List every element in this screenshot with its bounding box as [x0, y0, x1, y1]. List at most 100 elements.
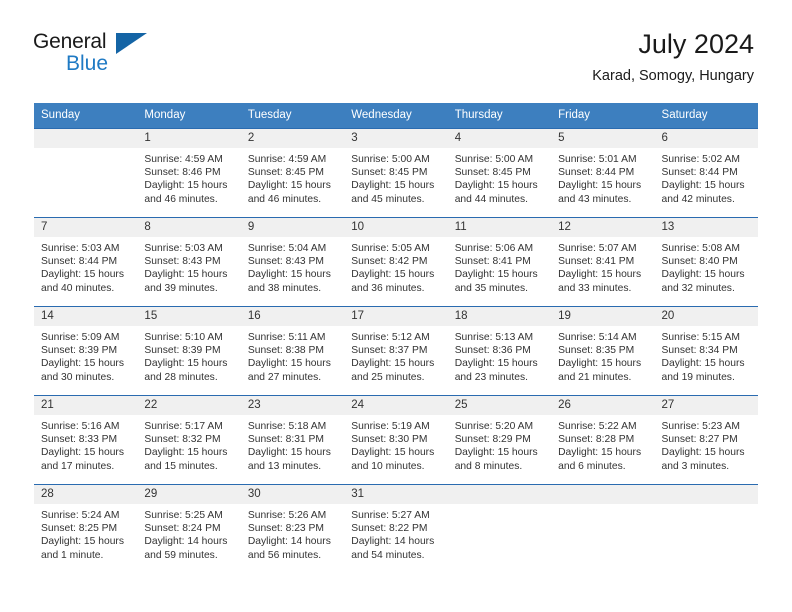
- daylight-text-line1: Daylight: 15 hours: [144, 180, 228, 192]
- day-cell[interactable]: 13 Sunrise: 5:08 AM Sunset: 8:40 PM Dayligh…: [654, 217, 758, 307]
- day-detail: Sunrise: 5:01 AM Sunset: 8:44 PM Daylight:…: [551, 148, 654, 206]
- sunrise-text: Sunrise: 5:17 AM: [144, 421, 223, 432]
- day-cell[interactable]: 18 Sunrise: 5:13 AM Sunset: 8:36 PM Dayligh…: [447, 306, 552, 396]
- day-detail: Sunrise: 5:18 AM Sunset: 8:31 PM Daylight:…: [241, 415, 344, 473]
- day-cell[interactable]: 25 Sunrise: 5:20 AM Sunset: 8:29 PM Dayligh…: [447, 395, 552, 485]
- day-cell[interactable]: 3 Sunrise: 5:00 AM Sunset: 8:45 PM Daylight…: [344, 128, 448, 218]
- daylight-text-line2: and 30 minutes.: [41, 371, 115, 383]
- day-cell[interactable]: 17 Sunrise: 5:12 AM Sunset: 8:37 PM Dayligh…: [344, 306, 448, 396]
- day-cell[interactable]: 15 Sunrise: 5:10 AM Sunset: 8:39 PM Dayligh…: [137, 306, 241, 396]
- day-cell[interactable]: 10 Sunrise: 5:05 AM Sunset: 8:42 PM Dayligh…: [344, 217, 448, 307]
- sunset-text: Sunset: 8:45 PM: [247, 167, 324, 179]
- daylight-text-line2: and 44 minutes.: [454, 193, 528, 205]
- day-cell[interactable]: 7 Sunrise: 5:03 AM Sunset: 8:44 PM Daylight…: [34, 217, 138, 307]
- sunrise-text: Sunrise: 5:00 AM: [351, 154, 430, 165]
- day-cell[interactable]: 6 Sunrise: 5:02 AM Sunset: 8:44 PM Daylight…: [654, 128, 758, 218]
- day-cell[interactable]: 5 Sunrise: 5:01 AM Sunset: 8:44 PM Daylight…: [551, 128, 655, 218]
- sunrise-text: Sunrise: 5:26 AM: [247, 510, 327, 521]
- day-cell[interactable]: 31 Sunrise: 5:27 AM Sunset: 8:22 PM Dayligh…: [344, 484, 448, 573]
- day-cell-empty: [447, 484, 552, 573]
- page-title: July 2024: [638, 29, 754, 59]
- sunset-text: Sunset: 8:39 PM: [41, 345, 118, 357]
- day-cell[interactable]: 4 Sunrise: 5:00 AM Sunset: 8:45 PM Daylight…: [447, 128, 552, 218]
- day-number: 13: [654, 218, 758, 237]
- day-cell[interactable]: 16 Sunrise: 5:11 AM Sunset: 8:38 PM Dayligh…: [240, 306, 345, 396]
- day-number: [654, 485, 758, 504]
- day-cell[interactable]: 19 Sunrise: 5:14 AM Sunset: 8:35 PM Dayligh…: [551, 306, 655, 396]
- daylight-text-line1: Daylight: 15 hours: [661, 180, 745, 192]
- day-cell[interactable]: 22 Sunrise: 5:17 AM Sunset: 8:32 PM Dayligh…: [137, 395, 241, 485]
- daylight-text-line2: and 19 minutes.: [661, 371, 735, 383]
- daylight-text-line1: Daylight: 14 hours: [351, 536, 435, 548]
- day-cell[interactable]: 29 Sunrise: 5:25 AM Sunset: 8:24 PM Dayligh…: [137, 484, 241, 573]
- day-number: 27: [654, 396, 758, 415]
- daylight-text-line2: and 13 minutes.: [247, 460, 322, 472]
- day-detail: Sunrise: 5:22 AM Sunset: 8:28 PM Daylight:…: [551, 415, 654, 473]
- day-cell[interactable]: 28 Sunrise: 5:24 AM Sunset: 8:25 PM Dayligh…: [34, 484, 138, 573]
- sunset-text: Sunset: 8:25 PM: [41, 523, 118, 535]
- day-number: [551, 485, 655, 504]
- brand-logo: General Blue: [33, 31, 163, 77]
- daylight-text-line2: and 59 minutes.: [144, 549, 218, 561]
- day-cell[interactable]: 1 Sunrise: 4:59 AM Sunset: 8:46 PM Daylight…: [137, 128, 241, 218]
- weekday-header-thursday: Thursday: [447, 103, 552, 129]
- day-detail: Sunrise: 5:00 AM Sunset: 8:45 PM Daylight:…: [344, 148, 447, 206]
- day-detail: Sunrise: 5:27 AM Sunset: 8:22 PM Daylight:…: [344, 504, 447, 562]
- day-cell[interactable]: 2 Sunrise: 4:59 AM Sunset: 8:45 PM Daylight…: [240, 128, 345, 218]
- day-detail: Sunrise: 5:13 AM Sunset: 8:36 PM Daylight:…: [448, 326, 551, 384]
- day-cell[interactable]: 11 Sunrise: 5:06 AM Sunset: 8:41 PM Dayligh…: [447, 217, 552, 307]
- day-detail: Sunrise: 5:00 AM Sunset: 8:45 PM Daylight:…: [448, 148, 551, 206]
- sunset-text: Sunset: 8:28 PM: [558, 434, 635, 446]
- sunrise-text: Sunrise: 5:23 AM: [661, 421, 740, 432]
- daylight-text-line1: Daylight: 15 hours: [661, 447, 745, 459]
- day-detail: Sunrise: 5:06 AM Sunset: 8:41 PM Daylight:…: [448, 237, 551, 295]
- day-number: [34, 129, 138, 148]
- sunrise-text: Sunrise: 5:11 AM: [247, 332, 326, 343]
- sunset-text: Sunset: 8:45 PM: [351, 167, 428, 179]
- day-cell[interactable]: 14 Sunrise: 5:09 AM Sunset: 8:39 PM Dayligh…: [34, 306, 138, 396]
- sunset-text: Sunset: 8:30 PM: [351, 434, 428, 446]
- sunrise-text: Sunrise: 5:02 AM: [661, 154, 740, 165]
- daylight-text-line1: Daylight: 15 hours: [247, 358, 331, 370]
- day-cell[interactable]: 30 Sunrise: 5:26 AM Sunset: 8:23 PM Dayligh…: [240, 484, 345, 573]
- day-number: 12: [551, 218, 655, 237]
- day-detail: Sunrise: 5:03 AM Sunset: 8:44 PM Daylight:…: [34, 237, 137, 295]
- sunrise-text: Sunrise: 5:08 AM: [661, 243, 740, 254]
- sunrise-text: Sunrise: 5:22 AM: [558, 421, 637, 432]
- day-detail: Sunrise: 5:11 AM Sunset: 8:38 PM Daylight:…: [241, 326, 344, 384]
- day-number: 3: [344, 129, 448, 148]
- daylight-text-line1: Daylight: 15 hours: [144, 358, 228, 370]
- calendar-week-row: 1 Sunrise: 4:59 AM Sunset: 8:46 PM Daylight…: [34, 128, 758, 218]
- weekday-header-friday: Friday: [551, 103, 655, 129]
- daylight-text-line1: Daylight: 15 hours: [41, 358, 124, 370]
- sunset-text: Sunset: 8:45 PM: [454, 167, 531, 179]
- sunrise-text: Sunrise: 5:03 AM: [144, 243, 223, 254]
- day-cell-empty: [551, 484, 655, 573]
- day-cell-empty: [654, 484, 758, 573]
- daylight-text-line1: Daylight: 15 hours: [351, 358, 435, 370]
- day-cell[interactable]: 24 Sunrise: 5:19 AM Sunset: 8:30 PM Dayligh…: [344, 395, 448, 485]
- day-cell[interactable]: 20 Sunrise: 5:15 AM Sunset: 8:34 PM Dayligh…: [654, 306, 758, 396]
- sunset-text: Sunset: 8:29 PM: [454, 434, 531, 446]
- day-cell[interactable]: 8 Sunrise: 5:03 AM Sunset: 8:43 PM Daylight…: [137, 217, 241, 307]
- day-number: 6: [654, 129, 758, 148]
- sunset-text: Sunset: 8:23 PM: [247, 523, 324, 535]
- daylight-text-line1: Daylight: 15 hours: [454, 447, 538, 459]
- day-cell[interactable]: 12 Sunrise: 5:07 AM Sunset: 8:41 PM Dayligh…: [551, 217, 655, 307]
- day-cell[interactable]: 9 Sunrise: 5:04 AM Sunset: 8:43 PM Daylight…: [240, 217, 345, 307]
- daylight-text-line1: Daylight: 15 hours: [351, 180, 435, 192]
- daylight-text-line1: Daylight: 15 hours: [247, 269, 331, 281]
- day-cell[interactable]: 23 Sunrise: 5:18 AM Sunset: 8:31 PM Dayligh…: [240, 395, 345, 485]
- day-cell[interactable]: 21 Sunrise: 5:16 AM Sunset: 8:33 PM Dayligh…: [34, 395, 138, 485]
- day-detail: Sunrise: 5:19 AM Sunset: 8:30 PM Daylight:…: [344, 415, 447, 473]
- sunset-text: Sunset: 8:44 PM: [558, 167, 635, 179]
- daylight-text-line1: Daylight: 15 hours: [454, 269, 538, 281]
- weekday-header-saturday: Saturday: [654, 103, 758, 129]
- sunset-text: Sunset: 8:41 PM: [558, 256, 635, 268]
- page-header: General Blue July 2024 Karad, Somogy, Hu…: [0, 0, 792, 84]
- sunset-text: Sunset: 8:36 PM: [454, 345, 531, 357]
- day-cell[interactable]: 26 Sunrise: 5:22 AM Sunset: 8:28 PM Dayligh…: [551, 395, 655, 485]
- day-cell[interactable]: 27 Sunrise: 5:23 AM Sunset: 8:27 PM Dayligh…: [654, 395, 758, 485]
- day-number: 11: [447, 218, 552, 237]
- day-detail: Sunrise: 4:59 AM Sunset: 8:46 PM Daylight:…: [137, 148, 240, 206]
